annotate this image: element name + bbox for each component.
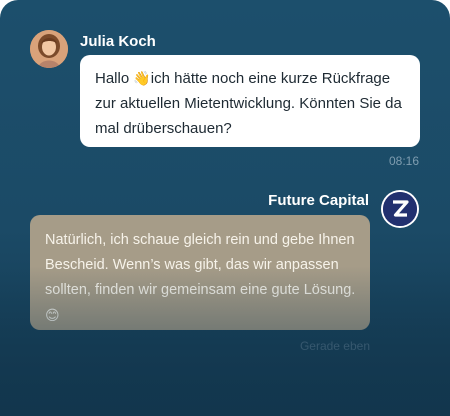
sender-name-agent: Future Capital [268, 192, 369, 209]
sender-name-user: Julia Koch [80, 33, 156, 50]
avatar-photo-icon [30, 30, 68, 68]
user-avatar [30, 30, 68, 68]
agent-avatar [381, 190, 419, 228]
incoming-message-bubble: Hallo 👋ich hätte noch eine kurze Rückfra… [80, 55, 420, 147]
outgoing-message-bubble: Natürlich, ich schaue gleich rein und ge… [30, 215, 370, 330]
message-text-part: Hallo [95, 70, 134, 87]
smile-emoji-icon: 😊 [45, 307, 60, 323]
outgoing-timestamp: Gerade eben [299, 339, 370, 353]
wave-emoji-icon: 👋 [133, 70, 151, 86]
message-text: Natürlich, ich schaue gleich rein und ge… [45, 232, 356, 298]
incoming-timestamp: 08:16 [388, 154, 419, 168]
chat-panel: Julia Koch Hallo 👋ich hätte noch eine ku… [0, 0, 450, 416]
future-capital-logo-icon [383, 192, 417, 226]
